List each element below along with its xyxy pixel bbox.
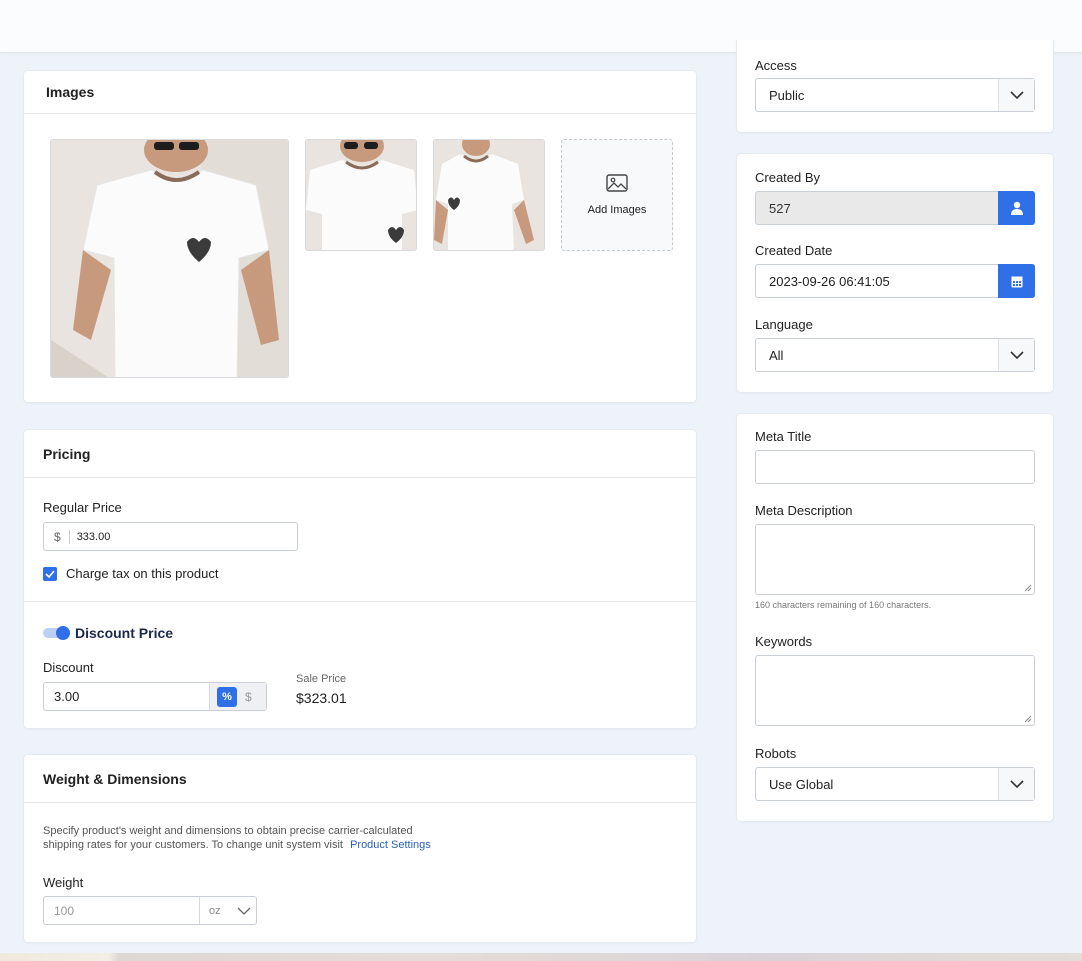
- add-images-button[interactable]: Add Images: [561, 139, 673, 251]
- select-user-button[interactable]: [998, 191, 1035, 225]
- language-label: Language: [755, 317, 813, 332]
- discount-unit-group: % $: [209, 683, 266, 710]
- weight-description-line1: Specify product's weight and dimensions …: [43, 825, 413, 837]
- weight-unit-value: oz: [209, 904, 221, 917]
- weight-card-title: Weight & Dimensions: [24, 755, 696, 803]
- created-by-label: Created By: [755, 170, 821, 185]
- meta-description-textarea[interactable]: [755, 524, 1035, 595]
- created-date-label: Created Date: [755, 243, 833, 258]
- product-image-main[interactable]: [50, 139, 289, 378]
- weight-unit-select[interactable]: oz: [199, 897, 256, 924]
- checkmark-icon: [45, 570, 55, 578]
- tshirt-photo-icon: [51, 140, 288, 377]
- language-caret: [998, 339, 1034, 371]
- language-select[interactable]: All: [755, 338, 1035, 372]
- currency-symbol: $: [54, 529, 70, 544]
- tshirt-photo-icon: [306, 140, 416, 250]
- weight-description-line2: shipping rates for your customers. To ch…: [43, 839, 343, 851]
- created-date-value: 2023-09-26 06:41:05: [769, 273, 890, 289]
- discount-value: 3.00: [54, 689, 80, 704]
- created-card: Created By 527 Created Date 2023-09-26 0…: [736, 153, 1054, 393]
- toggle-knob: [56, 626, 70, 640]
- robots-label: Robots: [755, 746, 797, 761]
- product-image-thumb-2[interactable]: [433, 139, 545, 251]
- robots-caret: [998, 768, 1034, 800]
- access-label: Access: [755, 58, 797, 73]
- chevron-down-icon: [1009, 351, 1024, 359]
- images-card-title: Images: [24, 71, 696, 114]
- charge-tax-label: Charge tax on this product: [66, 566, 219, 581]
- discount-price-title: Discount Price: [75, 625, 174, 641]
- discount-price-toggle[interactable]: [43, 626, 70, 640]
- access-caret: [998, 79, 1034, 111]
- add-images-label: Add Images: [587, 204, 647, 216]
- user-icon: [1010, 201, 1023, 215]
- resize-grip-icon[interactable]: [1024, 584, 1032, 592]
- product-settings-link[interactable]: Product Settings: [350, 839, 431, 851]
- sale-price-value: $323.01: [296, 690, 347, 706]
- product-image-thumb-1[interactable]: [305, 139, 417, 251]
- meta-title-label: Meta Title: [755, 429, 812, 444]
- weight-description-line2-wrap: shipping rates for your customers. To ch…: [43, 838, 431, 852]
- calendar-button[interactable]: [998, 264, 1035, 298]
- keywords-textarea[interactable]: [755, 655, 1035, 726]
- robots-value: Use Global: [769, 776, 834, 792]
- images-card: Images Add Images: [23, 70, 697, 403]
- pricing-card: Pricing Regular Price $ 333.00 Charge ta…: [23, 429, 697, 729]
- discount-unit-percent-button[interactable]: %: [217, 686, 237, 707]
- meta-description-label: Meta Description: [755, 503, 853, 518]
- weight-input[interactable]: 100 oz: [43, 896, 257, 925]
- created-by-input[interactable]: 527: [755, 191, 1035, 225]
- discount-input[interactable]: 3.00 % $: [43, 682, 267, 711]
- meta-description-hint: 160 characters remaining of 160 characte…: [755, 600, 932, 610]
- access-value: Public: [769, 87, 805, 103]
- regular-price-input[interactable]: $ 333.00: [43, 522, 298, 551]
- resize-grip-icon[interactable]: [1024, 715, 1032, 723]
- discount-label: Discount: [43, 660, 94, 675]
- robots-select[interactable]: Use Global: [755, 767, 1035, 801]
- image-icon: [606, 174, 628, 192]
- bottom-strip: [0, 953, 1082, 961]
- regular-price-label: Regular Price: [43, 500, 122, 515]
- calendar-icon: [1011, 276, 1022, 287]
- pricing-divider: [24, 601, 696, 602]
- regular-price-value: 333.00: [76, 530, 111, 543]
- access-select[interactable]: Public: [755, 78, 1035, 112]
- chevron-down-icon: [237, 907, 251, 915]
- keywords-label: Keywords: [755, 634, 813, 649]
- created-date-input[interactable]: 2023-09-26 06:41:05: [755, 264, 1035, 298]
- discount-unit-dollar-button[interactable]: $: [245, 690, 252, 704]
- pricing-card-title: Pricing: [24, 430, 696, 478]
- chevron-down-icon: [1009, 780, 1024, 788]
- weight-card: Weight & Dimensions Specify product's we…: [23, 754, 697, 943]
- weight-description: Specify product's weight and dimensions …: [43, 824, 431, 852]
- weight-label: Weight: [43, 875, 84, 890]
- language-value: All: [769, 347, 784, 363]
- access-card: Access Public: [736, 40, 1054, 133]
- chevron-down-icon: [1009, 91, 1024, 99]
- meta-title-input[interactable]: [755, 450, 1035, 484]
- charge-tax-checkbox[interactable]: [43, 567, 57, 581]
- weight-placeholder: 100: [54, 903, 75, 918]
- sale-price-label: Sale Price: [296, 673, 347, 685]
- tshirt-photo-icon: [434, 140, 544, 250]
- seo-card: Meta Title Meta Description 160 characte…: [736, 413, 1054, 822]
- created-by-value: 527: [769, 200, 791, 216]
